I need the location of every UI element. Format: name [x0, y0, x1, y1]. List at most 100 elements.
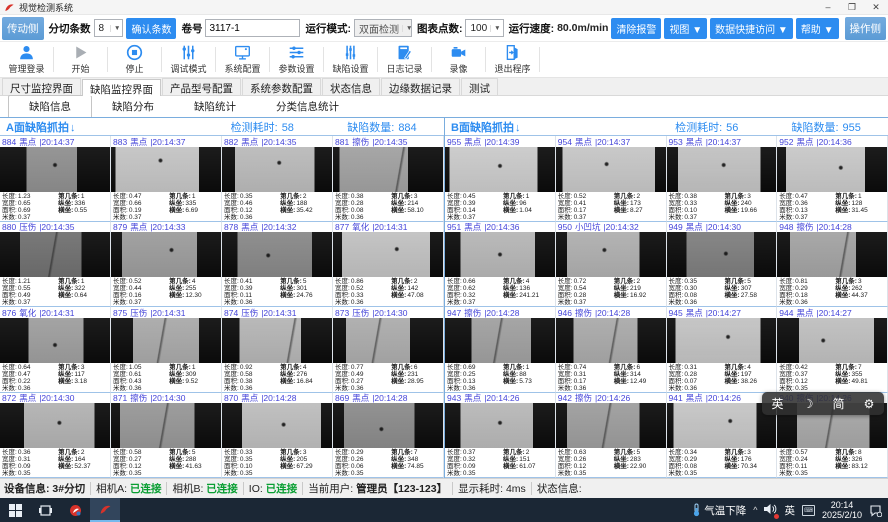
- defect-card[interactable]: 950 小凹坑 |20:14:32 长度:0.72 第几条:2 宽度:0.54 …: [556, 222, 667, 308]
- view-menu-button[interactable]: 视图 ▼: [664, 18, 707, 39]
- defect-thumbnail[interactable]: [777, 232, 887, 277]
- defect-thumbnail[interactable]: [667, 403, 777, 448]
- defect-card[interactable]: 943 黑点 |20:14:26 长度:0.37 第几条:2 宽度:0.32 纵…: [445, 393, 556, 479]
- defect-thumbnail[interactable]: [0, 403, 110, 448]
- defect-thumbnail[interactable]: [333, 232, 443, 277]
- defect-card[interactable]: 945 黑点 |20:14:27 长度:0.31 第几条:4 宽度:0.28 纵…: [667, 307, 778, 393]
- defect-thumbnail[interactable]: [333, 403, 443, 448]
- defect-thumbnail[interactable]: [667, 318, 777, 363]
- sub-tab[interactable]: 缺陷统计: [174, 96, 256, 117]
- defect-thumbnail[interactable]: [0, 147, 110, 192]
- defect-thumbnail[interactable]: [556, 147, 666, 192]
- parameter-settings-button[interactable]: 参数设置: [270, 42, 323, 77]
- defect-card[interactable]: 882 黑点 |20:14:35 长度:0.35 第几条:2 宽度:0.46 纵…: [222, 136, 333, 222]
- defect-thumbnail[interactable]: [111, 318, 221, 363]
- defect-card[interactable]: 947 擦伤 |20:14:28 长度:0.69 第几条:1 宽度:0.25 纵…: [445, 307, 556, 393]
- defect-thumbnail[interactable]: [667, 147, 777, 192]
- defect-thumbnail[interactable]: [556, 403, 666, 448]
- active-app-button[interactable]: [90, 498, 120, 522]
- ime-settings-gear-icon[interactable]: ⚙: [864, 398, 875, 410]
- defect-thumbnail[interactable]: [445, 318, 555, 363]
- defect-thumbnail[interactable]: [222, 232, 332, 277]
- defect-card[interactable]: 955 黑点 |20:14:39 长度:0.45 第几条:1 宽度:0.39 纵…: [445, 136, 556, 222]
- ime-moon-icon[interactable]: ☽: [803, 398, 814, 410]
- defect-thumbnail[interactable]: [445, 232, 555, 277]
- system-config-button[interactable]: 系统配置: [216, 42, 269, 77]
- defect-thumbnail[interactable]: [667, 232, 777, 277]
- maximize-button[interactable]: ❐: [840, 0, 864, 14]
- defect-card[interactable]: 877 氧化 |20:14:31 长度:0.86 第几条:2 宽度:0.52 纵…: [333, 222, 444, 308]
- quick-data-menu-button[interactable]: 数据快捷访问 ▼: [710, 18, 793, 39]
- taskbar-clock[interactable]: 20:14 2025/2/10: [822, 500, 862, 520]
- defect-thumbnail[interactable]: [111, 232, 221, 277]
- defect-card[interactable]: 944 黑点 |20:14:27 长度:0.42 第几条:7 宽度:0.37 纵…: [777, 307, 888, 393]
- roll-number-input[interactable]: [205, 19, 300, 37]
- main-tab[interactable]: 系统参数配置: [242, 78, 321, 95]
- defect-thumbnail[interactable]: [111, 147, 221, 192]
- slit-count-select[interactable]: 8▼: [94, 19, 124, 37]
- tray-overflow-button[interactable]: ^: [753, 505, 757, 515]
- defect-thumbnail[interactable]: [0, 318, 110, 363]
- volume-button[interactable]: [764, 503, 777, 518]
- defect-card[interactable]: 946 擦伤 |20:14:28 长度:0.74 第几条:6 宽度:0.31 纵…: [556, 307, 667, 393]
- help-menu-button[interactable]: 帮助 ▼: [796, 18, 839, 39]
- defect-card[interactable]: 880 压伤 |20:14:35 长度:1.21 第几条:1 宽度:0.55 纵…: [0, 222, 111, 308]
- defect-settings-button[interactable]: 缺陷设置: [324, 42, 377, 77]
- defect-thumbnail[interactable]: [0, 232, 110, 277]
- defect-card[interactable]: 879 黑点 |20:14:33 长度:0.52 第几条:4 宽度:0.44 纵…: [111, 222, 222, 308]
- defect-card[interactable]: 872 黑点 |20:14:30 长度:0.36 第几条:2 宽度:0.31 纵…: [0, 393, 111, 479]
- main-tab[interactable]: 产品型号配置: [162, 78, 241, 95]
- close-button[interactable]: ✕: [864, 0, 888, 14]
- weather-widget[interactable]: 气温下降: [692, 503, 746, 518]
- defect-card[interactable]: 941 黑点 |20:14:26 长度:0.34 第几条:3 宽度:0.29 纵…: [667, 393, 778, 479]
- defect-card[interactable]: 869 黑点 |20:14:28 长度:0.29 第几条:7 宽度:0.26 纵…: [333, 393, 444, 479]
- defect-thumbnail[interactable]: [222, 403, 332, 448]
- main-tab[interactable]: 状态信息: [322, 78, 380, 95]
- sort-arrow-icon[interactable]: ↓: [515, 122, 521, 134]
- admin-login-button[interactable]: 管理登录: [0, 42, 53, 77]
- record-video-button[interactable]: 录像: [432, 42, 485, 77]
- minimize-button[interactable]: –: [816, 0, 840, 14]
- defect-thumbnail[interactable]: [445, 147, 555, 192]
- main-tab[interactable]: 边缘数据记录: [381, 78, 460, 95]
- defect-card[interactable]: 884 黑点 |20:14:37 长度:1.23 第几条:1 宽度:0.65 纵…: [0, 136, 111, 222]
- ime-language-button[interactable]: 英: [784, 503, 795, 518]
- debug-mode-button[interactable]: 调试模式: [162, 42, 215, 77]
- sub-tab[interactable]: 缺陷信息: [8, 95, 92, 117]
- touch-keyboard-button[interactable]: ⌨: [802, 505, 815, 516]
- defect-card[interactable]: 875 压伤 |20:14:31 长度:1.05 第几条:1 宽度:0.61 纵…: [111, 307, 222, 393]
- exit-program-button[interactable]: 退出程序: [486, 42, 539, 77]
- ime-simplified-button[interactable]: 简: [833, 398, 845, 410]
- chart-points-select[interactable]: 100▼: [465, 19, 503, 37]
- start-menu-button[interactable]: [0, 498, 30, 522]
- sort-arrow-icon[interactable]: ↓: [70, 122, 76, 134]
- defect-card[interactable]: 876 氧化 |20:14:31 长度:0.64 第几条:3 宽度:0.47 纵…: [0, 307, 111, 393]
- main-tab[interactable]: 尺寸监控界面: [2, 78, 81, 95]
- defect-card[interactable]: 878 黑点 |20:14:32 长度:0.41 第几条:5 宽度:0.39 纵…: [222, 222, 333, 308]
- defect-card[interactable]: 949 黑点 |20:14:30 长度:0.35 第几条:5 宽度:0.30 纵…: [667, 222, 778, 308]
- defect-card[interactable]: 952 黑点 |20:14:36 长度:0.47 第几条:1 宽度:0.36 纵…: [777, 136, 888, 222]
- defect-card[interactable]: 883 黑点 |20:14:37 长度:0.47 第几条:1 宽度:0.66 纵…: [111, 136, 222, 222]
- ime-english-button[interactable]: 英: [772, 398, 784, 410]
- defect-card[interactable]: 942 擦伤 |20:14:26 长度:0.63 第几条:5 宽度:0.26 纵…: [556, 393, 667, 479]
- start-button[interactable]: 开始: [54, 42, 107, 77]
- action-center-icon[interactable]: [869, 504, 882, 517]
- defect-card[interactable]: 951 黑点 |20:14:36 长度:0.66 第几条:4 宽度:0.62 纵…: [445, 222, 556, 308]
- defect-thumbnail[interactable]: [333, 318, 443, 363]
- defect-card[interactable]: 870 黑点 |20:14:28 长度:0.33 第几条:3 宽度:0.35 纵…: [222, 393, 333, 479]
- confirm-count-button[interactable]: 确认条数: [126, 18, 176, 39]
- defect-thumbnail[interactable]: [222, 147, 332, 192]
- defect-card[interactable]: 871 擦伤 |20:14:30 长度:0.58 第几条:5 宽度:0.27 纵…: [111, 393, 222, 479]
- main-tab[interactable]: 缺陷监控界面: [82, 79, 161, 96]
- pinned-app-button[interactable]: [60, 498, 90, 522]
- defect-card[interactable]: 954 黑点 |20:14:37 长度:0.52 第几条:2 宽度:0.41 纵…: [556, 136, 667, 222]
- defect-card[interactable]: 874 压伤 |20:14:31 长度:0.92 第几条:4 宽度:0.58 纵…: [222, 307, 333, 393]
- run-mode-select[interactable]: 双面检测▼: [354, 19, 412, 37]
- operator-side-button[interactable]: 操作侧: [845, 17, 887, 40]
- sub-tab[interactable]: 缺陷分布: [92, 96, 174, 117]
- defect-thumbnail[interactable]: [777, 318, 887, 363]
- log-record-button[interactable]: 日志记录: [378, 42, 431, 77]
- defect-card[interactable]: 953 黑点 |20:14:37 长度:0.38 第几条:3 宽度:0.33 纵…: [667, 136, 778, 222]
- sub-tab[interactable]: 分类信息统计: [256, 96, 359, 117]
- defect-thumbnail[interactable]: [556, 232, 666, 277]
